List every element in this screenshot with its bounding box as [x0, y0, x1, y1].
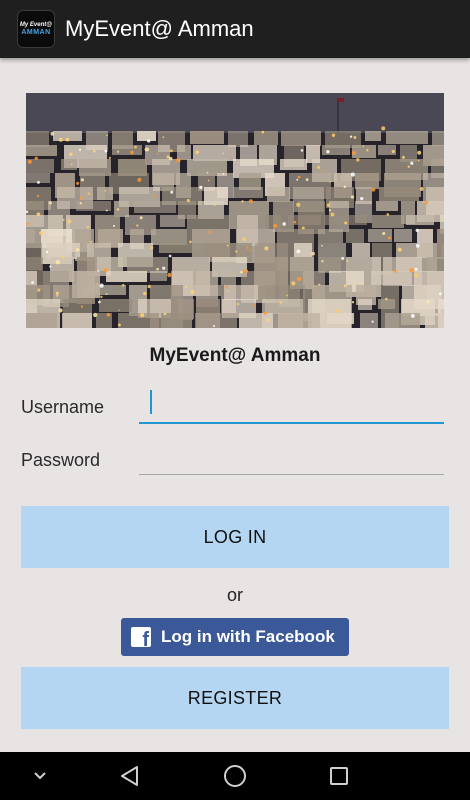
home-icon: [224, 765, 246, 787]
app-logo-icon: My Event@ AMMAN: [17, 10, 55, 48]
username-label: Username: [21, 397, 105, 417]
username-input[interactable]: [139, 384, 444, 424]
chevron-down-icon: [34, 772, 46, 780]
app-bar-title: MyEvent@ Amman: [65, 16, 254, 41]
nav-recents-button[interactable]: [314, 752, 364, 800]
app-bar: My Event@ AMMAN MyEvent@ Amman: [0, 0, 470, 58]
register-button[interactable]: REGISTER: [21, 667, 449, 729]
city-hero-image: [26, 93, 444, 328]
text-cursor: [150, 390, 152, 414]
password-label: Password: [21, 450, 101, 470]
app-logo-text-bottom: AMMAN: [21, 28, 51, 36]
facebook-login-label: Log in with Facebook: [161, 627, 335, 646]
system-nav-bar: [0, 752, 470, 800]
app-name-heading: MyEvent@ Amman: [149, 345, 321, 366]
facebook-icon: f: [131, 627, 151, 647]
nav-back-button[interactable]: [105, 752, 155, 800]
password-input[interactable]: [139, 435, 444, 475]
or-separator: or: [226, 585, 243, 605]
recents-icon: [330, 767, 348, 785]
app-logo-text-top: My Event@: [19, 21, 53, 28]
city-skyline-illustration: [26, 93, 444, 328]
nav-home-button[interactable]: [210, 752, 260, 800]
facebook-login-button[interactable]: f Log in with Facebook: [121, 618, 349, 656]
back-icon: [121, 766, 138, 786]
login-button[interactable]: LOG IN: [21, 506, 449, 568]
nav-chevron-down-button[interactable]: [20, 752, 60, 800]
